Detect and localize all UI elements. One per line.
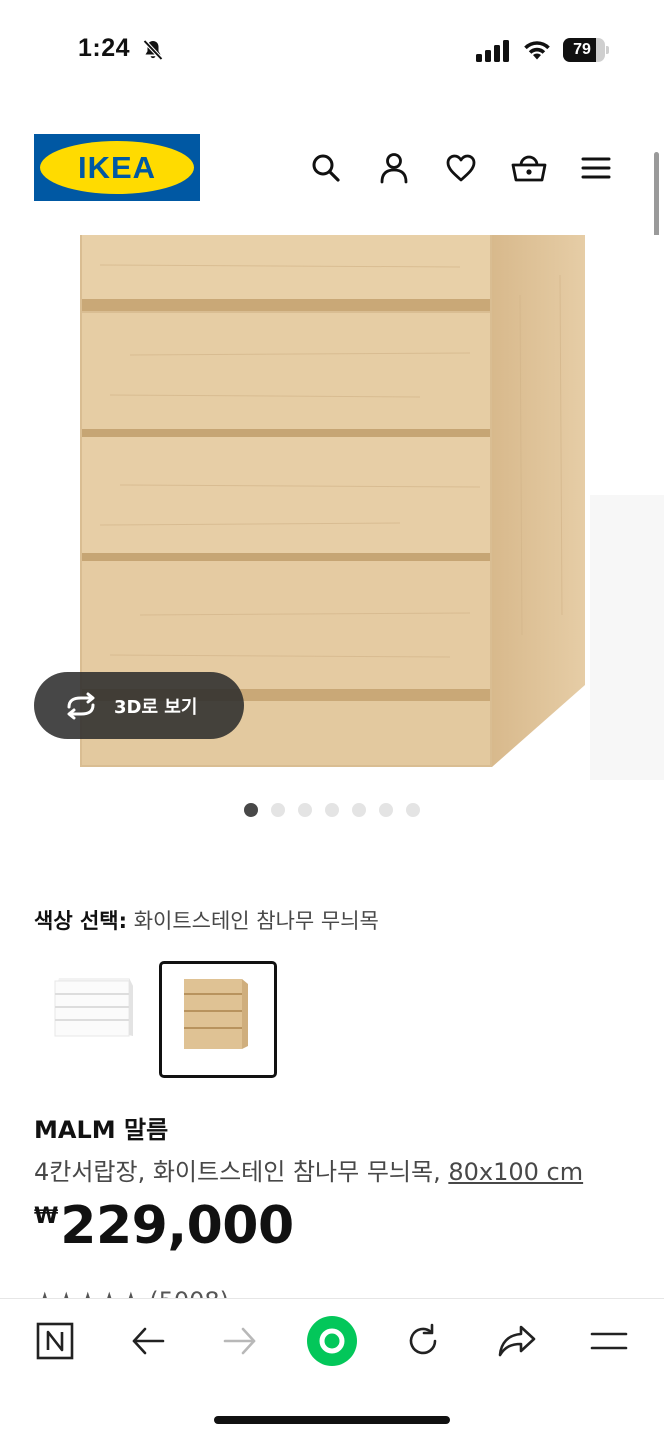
naver-n-icon[interactable] xyxy=(31,1317,79,1365)
carousel-dot[interactable] xyxy=(379,803,393,817)
color-selection: 색상 선택: 화이트스테인 참나무 무늬목 xyxy=(34,905,379,935)
refresh-icon[interactable] xyxy=(399,1317,447,1365)
product-size-link[interactable]: 80x100 cm xyxy=(448,1158,583,1186)
swatch-white[interactable] xyxy=(37,961,155,1078)
view-3d-label: 3D로 보기 xyxy=(114,696,198,718)
product-price: ₩ 229,000 xyxy=(34,1196,294,1256)
carousel-dot[interactable] xyxy=(298,803,312,817)
price-currency: ₩ xyxy=(34,1204,59,1229)
user-icon[interactable] xyxy=(374,148,414,188)
search-icon[interactable] xyxy=(306,148,346,188)
rotate-3d-icon xyxy=(67,692,95,719)
product-type: 4칸서랍장, 화이트스테인 참나무 무늬목, xyxy=(34,1158,441,1186)
carousel-dot[interactable] xyxy=(406,803,420,817)
status-bar: 1:24 79 xyxy=(0,0,664,100)
color-value: 화이트스테인 참나무 무늬목 xyxy=(133,909,379,933)
signal-icon xyxy=(476,40,509,62)
carousel-dot[interactable] xyxy=(271,803,285,817)
green-dot-icon[interactable] xyxy=(306,1315,358,1367)
product-name: MALM 말름 xyxy=(34,1116,169,1144)
status-time: 1:24 xyxy=(78,34,131,62)
logo-text: IKEA xyxy=(77,150,157,185)
price-amount: 229,000 xyxy=(60,1196,294,1256)
swatch-oak-selected[interactable] xyxy=(159,961,277,1078)
product-description: 4칸서랍장, 화이트스테인 참나무 무늬목, 80x100 cm xyxy=(34,1152,583,1187)
heart-icon[interactable] xyxy=(441,148,481,188)
battery-percent: 79 xyxy=(573,41,591,58)
back-arrow-icon[interactable] xyxy=(124,1317,172,1365)
carousel-dot[interactable] xyxy=(325,803,339,817)
carousel-dots[interactable] xyxy=(244,803,420,817)
menu-lines-icon[interactable] xyxy=(585,1317,633,1365)
wifi-icon xyxy=(524,41,550,60)
share-icon[interactable] xyxy=(493,1317,541,1365)
carousel-dot[interactable] xyxy=(244,803,258,817)
ikea-logo[interactable]: IKEA xyxy=(34,134,200,201)
menu-icon[interactable] xyxy=(576,148,616,188)
basket-icon[interactable] xyxy=(509,148,549,188)
forward-arrow-icon[interactable] xyxy=(216,1317,264,1365)
home-indicator[interactable] xyxy=(214,1416,450,1424)
bell-slash-icon xyxy=(143,39,163,61)
color-label: 색상 선택: xyxy=(34,909,127,933)
view-3d-button[interactable]: 3D로 보기 xyxy=(34,672,244,739)
battery-icon: 79 xyxy=(563,38,609,62)
carousel-dot[interactable] xyxy=(352,803,366,817)
